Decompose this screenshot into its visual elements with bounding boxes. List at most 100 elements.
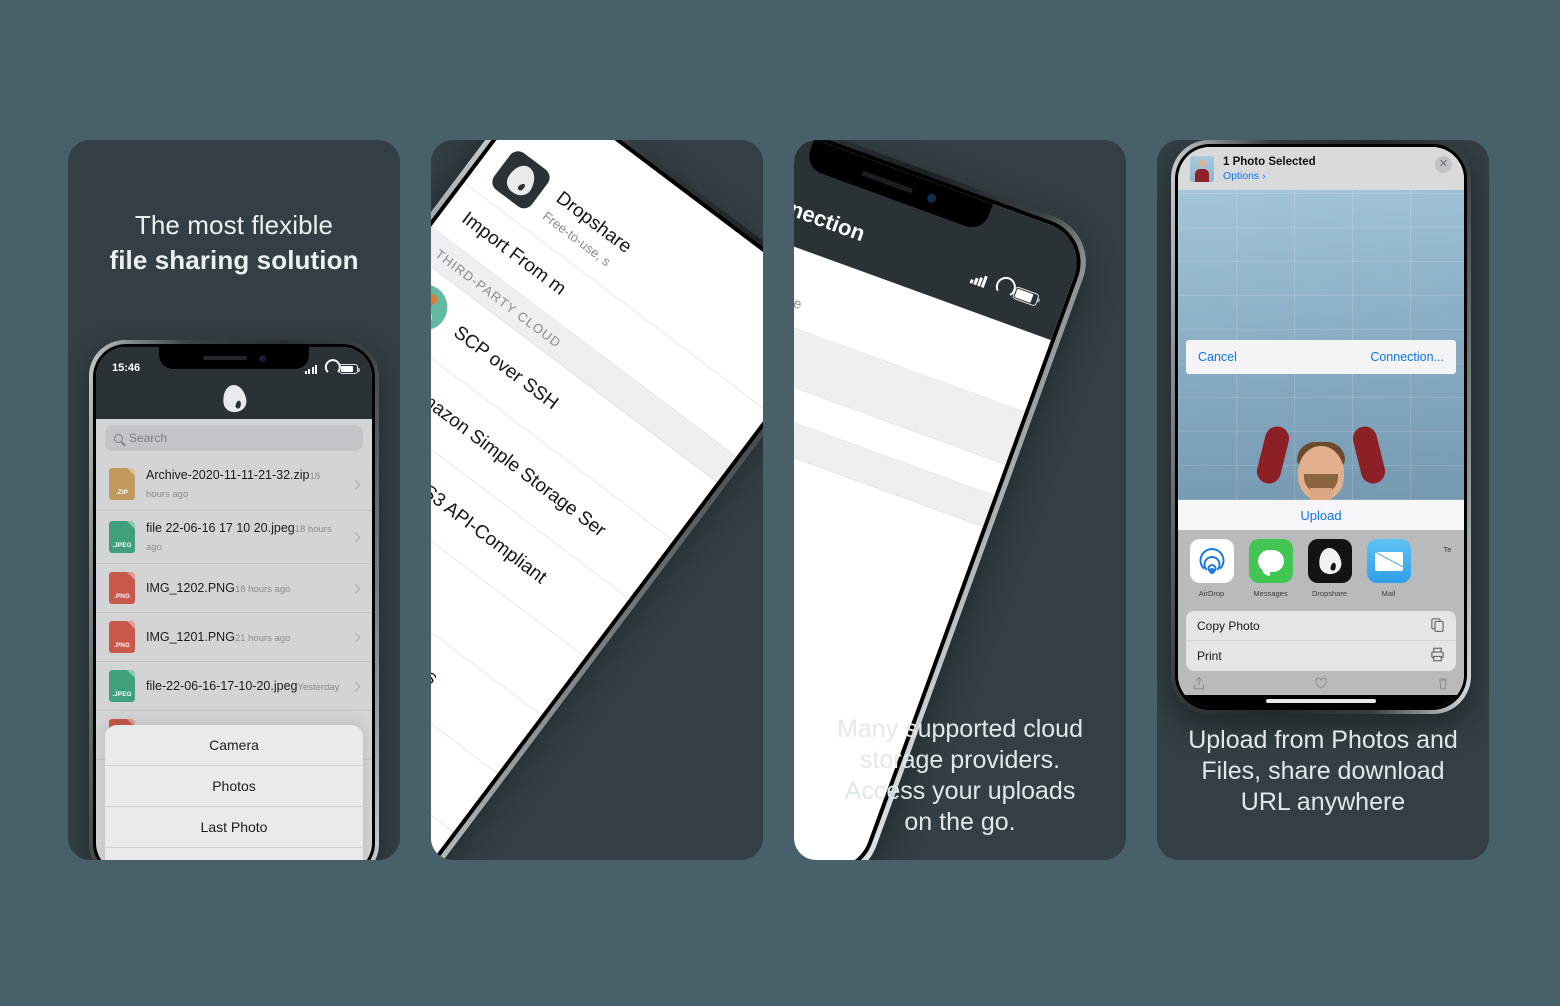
file-list-item[interactable]: .PNG IMG_1201.PNG21 hours ago [96, 613, 372, 662]
messages-icon [1248, 539, 1293, 583]
share-targets-row: AirDrop Messages Dropshare Mail Te [1178, 530, 1464, 607]
search-placeholder: Search [129, 431, 168, 445]
earpiece-speaker-icon [202, 356, 247, 360]
phone-mockup-1: 15:46 Search .ZIP Archive-2020-11-11-21-… [89, 340, 379, 860]
share-target[interactable]: Dropshare [1306, 539, 1353, 601]
upload-button-label: Upload [1300, 507, 1342, 523]
share-icon[interactable] [1192, 676, 1206, 691]
share-target-label: Messages [1253, 589, 1288, 598]
airdrop-icon [1189, 539, 1234, 583]
file-name: IMG_1202.PNG [146, 581, 235, 595]
photo-preview: Cancel Connection... [1178, 190, 1464, 500]
phone-2-screen: Dropshare Free-to-use, s Import From m T… [431, 140, 763, 860]
file-name: Archive-2020-11-11-21-32.zip [146, 468, 310, 482]
copy-icon [1430, 617, 1445, 635]
chevron-right-icon [350, 632, 361, 642]
share-target-label: Mail [1381, 589, 1396, 598]
headline-line-2: file sharing solution [109, 245, 359, 275]
phone-1-screen: 15:46 Search .ZIP Archive-2020-11-11-21-… [96, 347, 372, 860]
action-sheet-item[interactable]: Camera [105, 725, 363, 766]
phone-4-bezel: 1 Photo Selected Options › ✕ Cancel Conn… [1175, 144, 1467, 710]
droplet-logo-icon [220, 383, 248, 413]
file-date: Yesterday [297, 682, 340, 693]
upload-action-sheet: CameraPhotosLast PhotoFiles [105, 725, 363, 860]
close-icon[interactable]: ✕ [1435, 156, 1452, 173]
file-name: IMG_1201.PNG [146, 630, 235, 644]
caption-line-2: storage providers. [859, 746, 1061, 774]
action-sheet-item[interactable]: Files [105, 848, 363, 860]
chevron-right-icon [350, 681, 361, 691]
share-action-item[interactable]: Copy Photo [1186, 611, 1456, 641]
scp-over-ssh-icon [431, 275, 457, 340]
file-date: 21 hours ago [234, 633, 291, 644]
share-target[interactable]: Te [1424, 539, 1464, 601]
file-type-icon: .ZIP [109, 468, 135, 500]
file-list-item[interactable]: .PNG IMG_1202.PNG18 hours ago [96, 564, 372, 613]
status-time: 15:46 [112, 362, 141, 374]
cancel-button[interactable]: Cancel [1198, 350, 1237, 364]
earpiece-speaker-icon [860, 169, 913, 193]
caption-line-1: Many supported cloud [837, 715, 1083, 743]
share-sheet-header: 1 Photo Selected Options › ✕ [1178, 147, 1464, 190]
share-sheet-options-link[interactable]: Options › [1223, 170, 1426, 182]
battery-icon [1011, 285, 1040, 307]
battery-icon [339, 364, 360, 374]
phone-4-screen: 1 Photo Selected Options › ✕ Cancel Conn… [1178, 147, 1464, 707]
phone-1-bezel: 15:46 Search .ZIP Archive-2020-11-11-21-… [93, 344, 375, 860]
notch [159, 347, 309, 369]
app-store-panel-3: ew Connection oudp in just one minutes M… [794, 140, 1126, 860]
status-indicators [969, 271, 1040, 307]
upload-button[interactable]: Upload [1178, 500, 1464, 530]
screenshot-stage: The most flexible file sharing solution … [0, 0, 1560, 1006]
chevron-right-icon [350, 583, 361, 593]
app-store-panel-1: The most flexible file sharing solution … [68, 140, 400, 860]
caption-line-3: URL anywhere [1240, 788, 1406, 816]
connection-button[interactable]: Connection... [1370, 350, 1444, 364]
wifi-icon [990, 279, 1009, 296]
headline-line-1: The most flexible [134, 210, 334, 240]
front-camera-icon [258, 354, 266, 362]
caption-line-4: on the go. [904, 808, 1016, 836]
share-action-item[interactable]: Print [1186, 641, 1456, 671]
file-list-item[interactable]: .ZIP Archive-2020-11-11-21-32.zip18 hours… [96, 458, 372, 511]
share-target[interactable]: AirDrop [1188, 539, 1235, 601]
app-nav-bar [96, 377, 372, 419]
droplet-logo-icon [1307, 539, 1352, 583]
share-action-label: Print [1197, 649, 1222, 663]
share-actions-list: Copy Photo Print [1186, 611, 1456, 671]
wifi-icon [322, 365, 334, 374]
front-camera-icon [925, 191, 938, 204]
action-sheet-item[interactable]: Last Photo [105, 807, 363, 848]
phone-2-bezel: Dropshare Free-to-use, s Import From m T… [431, 140, 763, 860]
action-sheet-item[interactable]: Photos [105, 766, 363, 807]
status-indicators [304, 364, 360, 374]
panel-1-headline: The most flexible file sharing solution [68, 208, 400, 278]
photo-toolbar [1178, 671, 1464, 695]
search-icon [114, 433, 123, 443]
trash-icon[interactable] [1436, 676, 1450, 691]
file-type-icon: .PNG [109, 621, 135, 653]
app-store-panel-2: Dropshare Free-to-use, s Import From m T… [431, 140, 763, 860]
caption-line-2: Files, share download [1201, 757, 1445, 785]
file-list-item[interactable]: .JPEG file-22-06-16-17-10-20.jpegYesterda… [96, 662, 372, 711]
panel-3-caption: Many supported cloud storage providers. … [794, 714, 1126, 838]
chevron-right-icon [350, 532, 361, 542]
file-list-item[interactable]: .JPEG file 22-06-16 17 10 20.jpeg18 hours… [96, 511, 372, 564]
search-input[interactable]: Search [105, 425, 363, 451]
panel-4-caption: Upload from Photos and Files, share down… [1157, 725, 1489, 818]
file-list: .ZIP Archive-2020-11-11-21-32.zip 18 hours… [96, 458, 372, 760]
share-action-label: Copy Photo [1197, 618, 1260, 633]
heart-icon[interactable] [1314, 676, 1328, 691]
file-name: file-22-06-16-17-10-20.jpeg [146, 679, 298, 693]
app-store-panel-4: 1 Photo Selected Options › ✕ Cancel Conn… [1157, 140, 1489, 860]
printer-icon [1430, 647, 1445, 665]
cellular-signal-icon [304, 365, 317, 374]
caption-line-1: Upload from Photos and [1188, 726, 1458, 754]
home-indicator [1178, 695, 1464, 707]
droplet-logo-icon [1295, 347, 1312, 367]
share-target[interactable]: Mail [1365, 539, 1412, 601]
share-target-label: AirDrop [1198, 589, 1225, 598]
share-target[interactable]: Messages [1247, 539, 1294, 601]
file-type-icon: .JPEG [109, 670, 135, 702]
share-sheet-title: 1 Photo Selected [1223, 156, 1316, 168]
